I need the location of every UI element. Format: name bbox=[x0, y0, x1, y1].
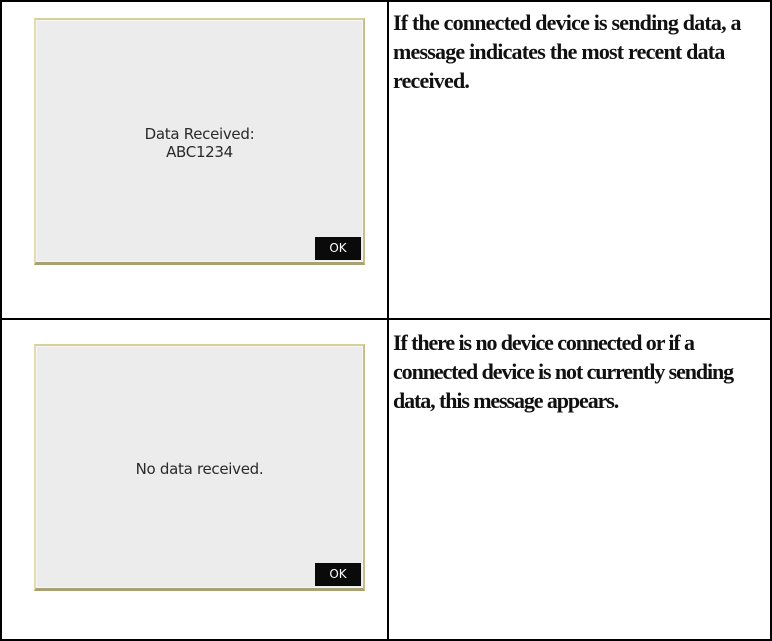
doc-table: Data Received: ABC1234 OK If the connect… bbox=[0, 0, 772, 641]
screenshot-cell: No data received. OK bbox=[2, 320, 387, 641]
device-screen: No data received. OK bbox=[34, 344, 365, 591]
ok-button[interactable]: OK bbox=[315, 237, 361, 260]
description-text: If there is no device connected or if a … bbox=[393, 330, 734, 413]
screen-message: Data Received: ABC1234 bbox=[144, 125, 255, 161]
table-row: Data Received: ABC1234 OK If the connect… bbox=[2, 2, 770, 318]
screen-message: No data received. bbox=[135, 460, 264, 478]
table-row: No data received. OK If there is no devi… bbox=[2, 320, 770, 641]
device-screen: Data Received: ABC1234 OK bbox=[34, 18, 365, 265]
description-text: If the connected device is sending data,… bbox=[393, 10, 742, 93]
ok-button[interactable]: OK bbox=[315, 563, 361, 586]
screenshot-cell: Data Received: ABC1234 OK bbox=[2, 2, 387, 318]
